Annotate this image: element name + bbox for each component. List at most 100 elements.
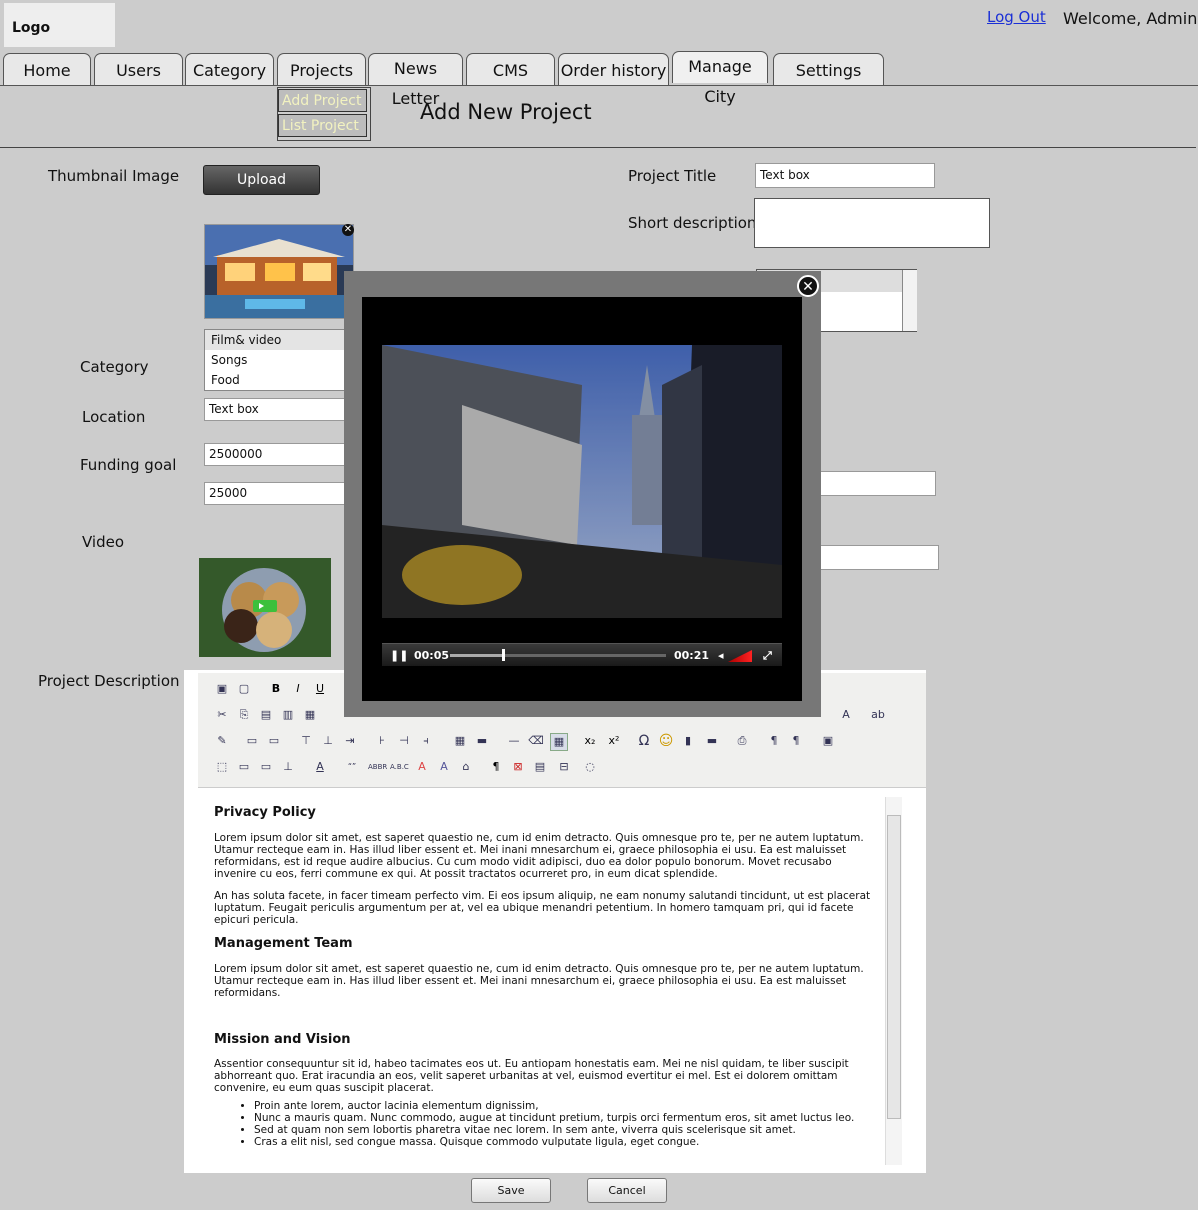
visual-chars-icon[interactable]: ¶ xyxy=(488,759,504,775)
edit-icon[interactable]: ✎ xyxy=(214,733,230,749)
paste-word-icon[interactable]: ▦ xyxy=(302,707,318,723)
paste-icon[interactable]: ▤ xyxy=(258,707,274,723)
editor-content[interactable]: Privacy Policy Lorem ipsum dolor sit ame… xyxy=(198,790,901,1170)
delete-col-icon[interactable]: ⫞ xyxy=(418,733,434,749)
acronym-icon[interactable]: A.B.C xyxy=(390,759,409,775)
superscript-icon[interactable]: x² xyxy=(606,733,622,749)
cite-icon[interactable]: “” xyxy=(344,759,360,775)
funding-goal-input[interactable]: 2500000 xyxy=(204,443,349,466)
attribs-icon[interactable]: ⌂ xyxy=(458,759,474,775)
move-layer-icon[interactable]: ▭ xyxy=(258,759,274,775)
nav-divider xyxy=(0,85,1198,86)
save-button[interactable]: Save xyxy=(471,1178,551,1203)
logout-link[interactable]: Log Out xyxy=(987,8,1046,26)
tab-cms[interactable]: CMS xyxy=(466,53,555,85)
cut-icon[interactable]: ✂ xyxy=(214,707,230,723)
close-icon[interactable]: ✕ xyxy=(342,224,354,236)
style-icon[interactable]: A xyxy=(312,759,328,775)
tab-settings[interactable]: Settings xyxy=(773,53,884,85)
category-option[interactable]: Food xyxy=(205,370,350,390)
restore-icon[interactable]: ◌ xyxy=(582,759,598,775)
category-select[interactable]: Film& video Songs Food xyxy=(204,329,351,391)
underline-icon[interactable]: U xyxy=(312,681,328,697)
submenu-list-project[interactable]: List Project xyxy=(278,114,367,137)
editor-bullet-list: Proin ante lorem, auctor lacinia element… xyxy=(214,1100,894,1148)
fullscreen-icon[interactable]: ▣ xyxy=(820,733,836,749)
funding-min-input[interactable]: 25000 xyxy=(204,482,349,505)
table-icon[interactable]: ▦ xyxy=(550,733,568,751)
layer-icon[interactable]: ▭ xyxy=(266,733,282,749)
seek-handle[interactable] xyxy=(501,649,505,661)
tab-order-history[interactable]: Order history xyxy=(558,53,669,85)
tab-projects[interactable]: Projects xyxy=(277,53,366,85)
advhr-icon[interactable]: ▬ xyxy=(704,733,720,749)
fullscreen-icon[interactable]: ⤢ xyxy=(763,649,772,663)
delete-row-icon[interactable]: ⇥ xyxy=(342,733,358,749)
col-after-icon[interactable]: ⊣ xyxy=(396,733,412,749)
volume-icon[interactable]: ◂ xyxy=(718,649,724,662)
volume-slider[interactable] xyxy=(728,650,752,662)
cancel-button[interactable]: Cancel xyxy=(587,1178,667,1203)
bold-icon[interactable]: B xyxy=(268,681,284,697)
tab-newsletter[interactable]: News Letter xyxy=(368,53,463,108)
tab-manage-city[interactable]: Manage City xyxy=(672,51,768,106)
modal-close-icon[interactable]: ✕ xyxy=(797,275,819,297)
funding-goal-label: Funding goal xyxy=(80,456,177,474)
merge-cells-icon[interactable]: ▬ xyxy=(474,733,490,749)
highlight-icon[interactable]: ab xyxy=(870,707,886,723)
horizontal-rule-icon[interactable]: — xyxy=(506,733,522,749)
insert-layer-2-icon[interactable]: ▭ xyxy=(236,759,252,775)
eraser-icon[interactable]: ⌫ xyxy=(528,733,544,749)
listbox-scrollbar[interactable] xyxy=(902,270,917,331)
list-item: Sed at quam non sem lobortis pharetra vi… xyxy=(254,1124,894,1136)
tab-users[interactable]: Users xyxy=(94,53,183,85)
split-cells-icon[interactable]: ▦ xyxy=(452,733,468,749)
row-before-icon[interactable]: ⊤ xyxy=(298,733,314,749)
editor-scroll-thumb[interactable] xyxy=(887,815,901,1119)
category-option[interactable]: Film& video xyxy=(205,330,350,350)
row-after-icon[interactable]: ⊥ xyxy=(320,733,336,749)
pause-icon[interactable]: ❚❚ xyxy=(390,649,408,662)
video-thumbnail[interactable] xyxy=(199,558,331,657)
absolute-icon[interactable]: ⊥ xyxy=(280,759,296,775)
tab-category[interactable]: Category xyxy=(185,53,274,85)
italic-icon[interactable]: I xyxy=(290,681,306,697)
save-icon[interactable]: ▣ xyxy=(214,681,230,697)
paste-text-icon[interactable]: ▥ xyxy=(280,707,296,723)
print-icon[interactable]: ⎙ xyxy=(734,733,750,749)
font-color-icon[interactable]: A xyxy=(838,707,854,723)
category-option[interactable]: Songs xyxy=(205,350,350,370)
ltr-icon[interactable]: ¶ xyxy=(766,733,782,749)
copy-icon[interactable]: ⎘ xyxy=(236,707,252,723)
nonbreaking-icon[interactable]: ⊠ xyxy=(510,759,526,775)
project-title-input[interactable]: Text box xyxy=(755,163,935,188)
submenu-add-project[interactable]: Add Project xyxy=(278,89,367,112)
category-label: Category xyxy=(80,358,149,376)
new-document-icon[interactable]: ▢ xyxy=(236,681,252,697)
emoticon-icon[interactable]: ☺ xyxy=(658,733,674,749)
thumbnail-label: Thumbnail Image xyxy=(48,167,180,185)
editor-heading: Privacy Policy xyxy=(214,805,316,820)
subscript-icon[interactable]: x₂ xyxy=(582,733,598,749)
list-item: Proin ante lorem, auctor lacinia element… xyxy=(254,1100,894,1112)
seek-bar[interactable] xyxy=(450,654,666,657)
list-item: Cras a elit nisl, sed congue massa. Quis… xyxy=(254,1136,894,1148)
ins-icon[interactable]: A xyxy=(436,759,452,775)
media-icon[interactable]: ▮ xyxy=(680,733,696,749)
rtl-icon[interactable]: ¶ xyxy=(788,733,804,749)
template-icon[interactable]: ▤ xyxy=(532,759,548,775)
upload-button[interactable]: Upload xyxy=(203,165,320,195)
col-before-icon[interactable]: ⊦ xyxy=(374,733,390,749)
insert-layer-icon[interactable]: ▭ xyxy=(244,733,260,749)
welcome-text: Welcome, Admin xyxy=(1063,9,1198,28)
pagebreak-icon[interactable]: ⊟ xyxy=(556,759,572,775)
select-all-icon[interactable]: ⬚ xyxy=(214,759,230,775)
location-input[interactable]: Text box xyxy=(204,398,349,421)
del-icon[interactable]: A xyxy=(414,759,430,775)
short-description-input[interactable] xyxy=(754,198,990,248)
video-frame[interactable] xyxy=(382,345,782,618)
abbr-icon[interactable]: ABBR xyxy=(368,759,387,775)
special-char-icon[interactable]: Ω xyxy=(636,733,652,749)
tab-home[interactable]: Home xyxy=(3,53,91,85)
thumbnail-preview xyxy=(204,224,354,319)
